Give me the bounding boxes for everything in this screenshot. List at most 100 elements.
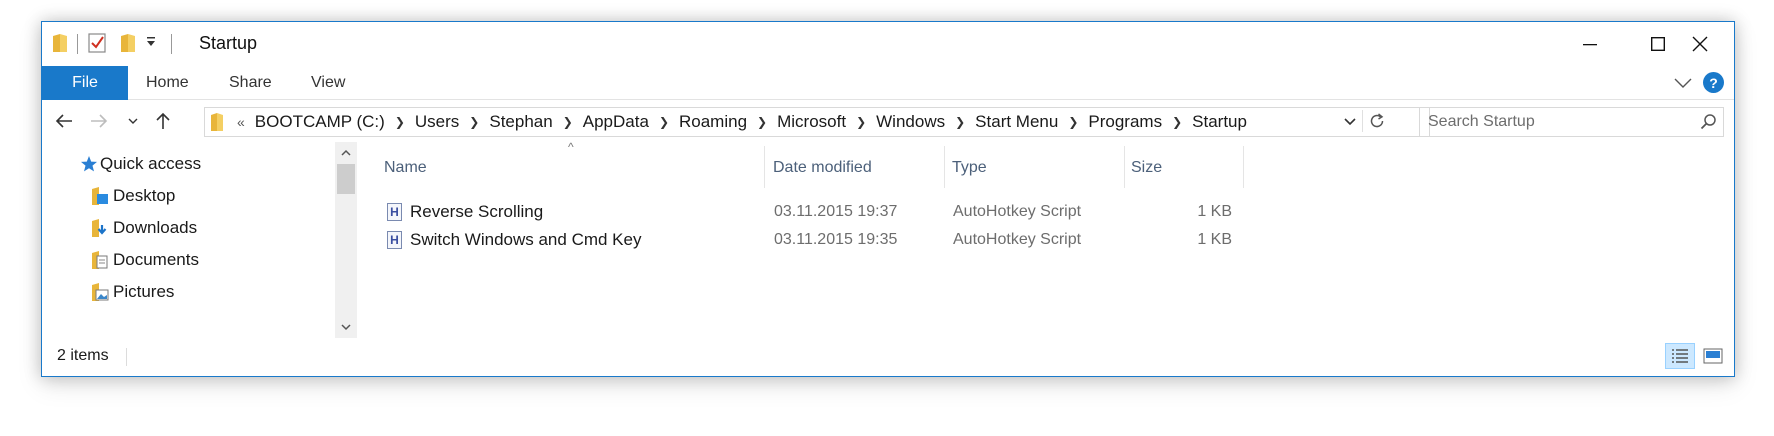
navigation-bar: « BOOTCAMP (C:) ❯ Users ❯ Stephan ❯ AppD… [42,99,1734,142]
quick-access-label: Quick access [100,154,202,173]
scroll-thumb[interactable] [337,164,355,194]
tab-share[interactable]: Share [229,66,272,99]
breadcrumb-item[interactable]: AppData [583,112,649,132]
search-box[interactable]: Search Startup [1419,107,1724,137]
refresh-button[interactable] [1368,112,1386,135]
file-explorer-window: Startup File Home Share View ? « BOOTCAM… [41,21,1735,377]
breadcrumb-item[interactable]: Programs [1088,112,1162,132]
arrow-left-icon [55,114,72,128]
help-button[interactable]: ? [1703,66,1724,99]
column-divider[interactable] [1243,146,1244,188]
chevron-right-icon[interactable]: ❯ [757,115,767,129]
chevron-right-icon[interactable]: ❯ [1068,115,1078,129]
type-cell: AutoHotkey Script [953,203,1082,220]
column-header-size[interactable]: Size [1131,153,1241,183]
address-bar[interactable]: « BOOTCAMP (C:) ❯ Users ❯ Stephan ❯ AppD… [204,107,1430,137]
expand-ribbon-button[interactable] [1674,66,1692,99]
file-list: ^ Name Date modified Type Size H Reverse… [374,140,1734,338]
recent-locations-button[interactable] [119,107,147,135]
sidebar-item-label: Documents [113,250,199,269]
breadcrumb-item[interactable]: Users [415,112,459,132]
help-icon: ? [1703,72,1724,93]
autohotkey-file-icon: H [387,203,402,221]
status-divider [126,348,127,366]
sidebar-item-label: Pictures [113,282,175,301]
folder-icon[interactable] [51,32,69,59]
large-icons-view-button[interactable] [1698,343,1728,369]
window-title: Startup [199,33,258,53]
breadcrumb-item[interactable]: Roaming [679,112,747,132]
sidebar-item-downloads[interactable]: Downloads [90,218,197,238]
nav-pane-scrollbar[interactable] [335,142,357,338]
divider [1362,110,1363,132]
breadcrumb-overflow[interactable]: « [237,114,245,130]
quick-access[interactable]: Quick access [80,154,201,174]
chevron-right-icon[interactable]: ❯ [856,115,866,129]
folder-icon [210,112,224,132]
back-button[interactable] [50,107,78,135]
forward-button[interactable] [85,107,113,135]
chevron-right-icon[interactable]: ❯ [955,115,965,129]
column-divider[interactable] [764,146,765,188]
search-icon[interactable] [1700,113,1717,135]
file-name-cell[interactable]: H Switch Windows and Cmd Key [387,226,641,254]
breadcrumb-item[interactable]: Windows [876,112,945,132]
scroll-up-button[interactable] [335,144,357,162]
sidebar-item-documents[interactable]: Documents [90,250,199,270]
tab-view[interactable]: View [311,66,345,99]
navigation-pane: Quick access Desktop Downloads Documents… [42,142,397,338]
properties-icon[interactable] [87,32,107,59]
table-row[interactable]: H Reverse Scrolling 03.11.2015 19:37 Aut… [374,198,1374,226]
large-icons-view-icon [1703,348,1723,364]
minimize-button[interactable] [1556,22,1624,66]
sidebar-item-pictures[interactable]: Pictures [90,282,174,302]
size-cell: 1 KB [1197,231,1232,248]
chevron-down-icon [1344,118,1356,126]
up-button[interactable] [149,107,177,135]
scroll-down-button[interactable] [335,318,357,336]
sidebar-item-desktop[interactable]: Desktop [90,186,175,206]
sidebar-item-label: Desktop [113,186,176,205]
tab-home[interactable]: Home [146,66,189,99]
documents-folder-icon [92,251,108,269]
address-history-dropdown[interactable] [1343,114,1357,134]
close-button[interactable] [1666,22,1734,66]
column-divider[interactable] [944,146,945,188]
table-row[interactable]: H Switch Windows and Cmd Key 03.11.2015 … [374,226,1374,254]
breadcrumb-item[interactable]: Stephan [489,112,552,132]
chevron-right-icon[interactable]: ❯ [1172,115,1182,129]
chevron-right-icon[interactable]: ❯ [563,115,573,129]
new-folder-icon[interactable] [119,32,137,59]
chevron-right-icon[interactable]: ❯ [659,115,669,129]
file-name-cell[interactable]: H Reverse Scrolling [387,198,543,226]
breadcrumb-item[interactable]: Microsoft [777,112,846,132]
type-cell: AutoHotkey Script [953,231,1082,248]
item-count: 2 items [57,347,109,364]
details-view-button[interactable] [1665,343,1695,369]
chevron-right-icon[interactable]: ❯ [395,115,405,129]
star-icon [81,156,97,172]
search-input-placeholder[interactable]: Search Startup [1428,113,1535,131]
chevron-down-icon [341,324,351,331]
arrow-up-icon [156,112,170,129]
breadcrumb-item[interactable]: BOOTCAMP (C:) [255,112,385,132]
column-header-type[interactable]: Type [952,153,1122,183]
breadcrumb-item[interactable]: Start Menu [975,112,1058,132]
autohotkey-file-icon: H [387,231,402,249]
column-divider[interactable] [1124,146,1125,188]
column-header-date[interactable]: Date modified [773,153,943,183]
size-cell: 1 KB [1197,203,1232,220]
chevron-up-icon [341,149,351,156]
customize-dropdown-icon[interactable] [144,35,158,54]
tab-file[interactable]: File [42,66,128,100]
sidebar-item-label: Downloads [113,218,198,237]
ribbon: File Home Share View ? [42,66,1734,100]
column-header-name[interactable]: Name [384,153,744,183]
chevron-right-icon[interactable]: ❯ [469,115,479,129]
toolbar-divider [77,34,78,54]
sort-indicator-icon: ^ [568,140,574,154]
breadcrumb-item-current[interactable]: Startup [1192,112,1247,132]
file-name: Switch Windows and Cmd Key [410,230,642,249]
file-name: Reverse Scrolling [410,202,544,221]
minimize-icon [1583,44,1597,46]
